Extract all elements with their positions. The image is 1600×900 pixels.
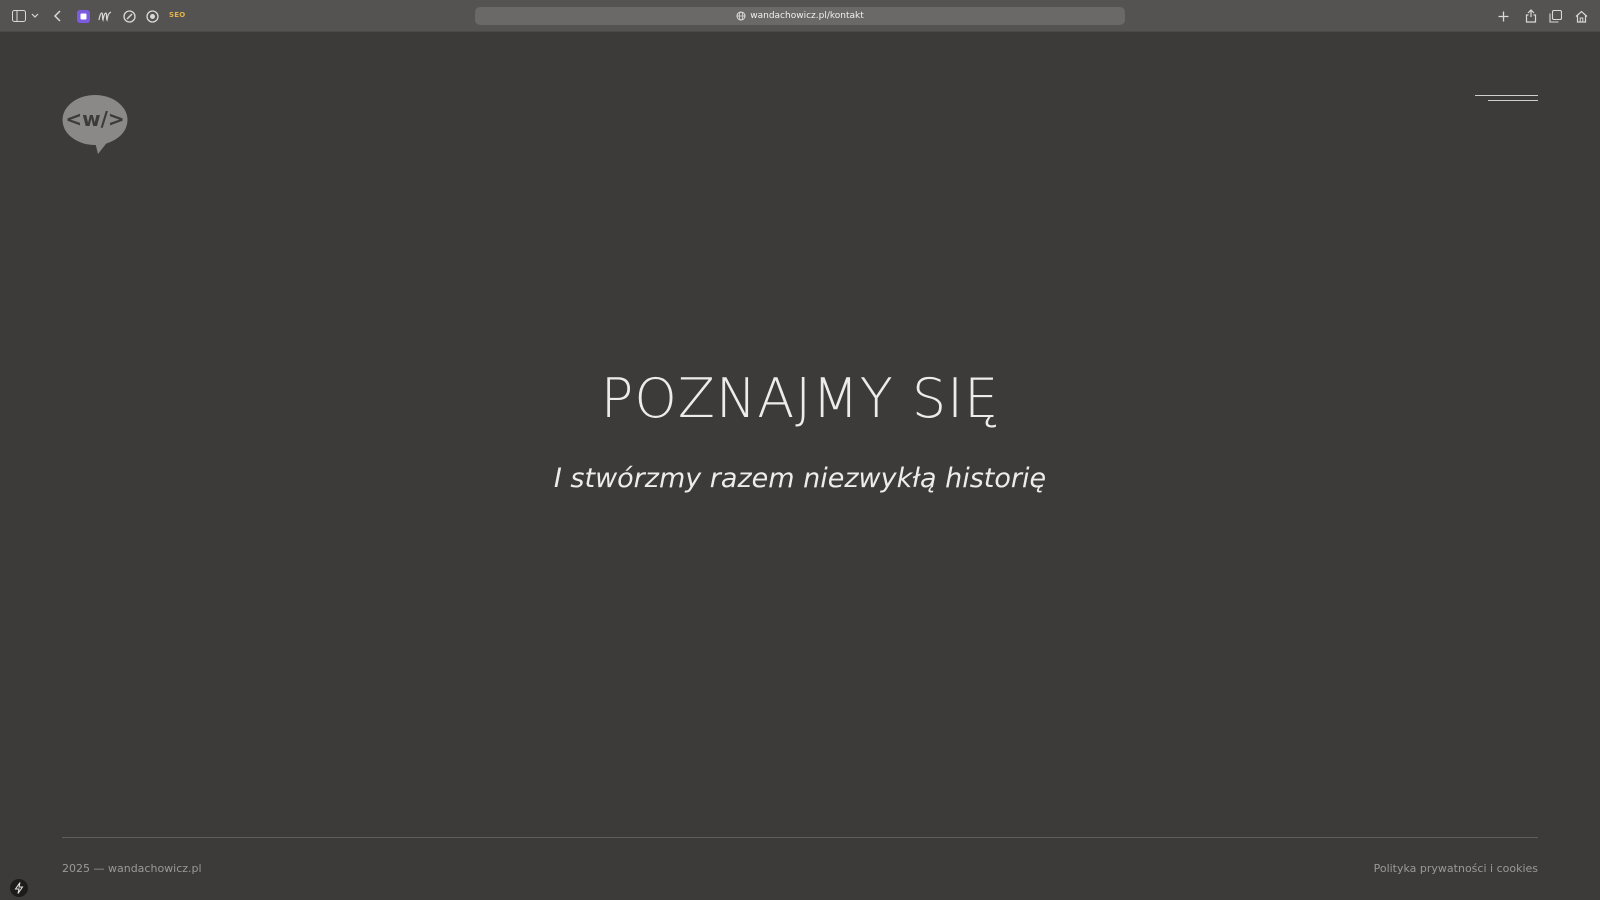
footer-divider (62, 837, 1538, 838)
page-subtitle: I stwórzmy razem niezwykłą historię (553, 463, 1047, 494)
seo-extension-label[interactable]: SEO (169, 11, 185, 19)
bolt-icon[interactable] (10, 879, 28, 897)
target-icon[interactable] (144, 8, 160, 24)
share-icon[interactable] (1523, 8, 1539, 24)
extension-purple-icon[interactable] (75, 8, 91, 24)
home-icon[interactable] (1573, 8, 1589, 24)
url-text: wandachowicz.pl/kontakt (750, 11, 864, 21)
chevron-down-icon[interactable] (30, 8, 40, 24)
page-content: <w/> POZNAJMY SIĘ I stwórzmy razem niezw… (0, 32, 1600, 900)
footer-copyright: 2025 — wandachowicz.pl (62, 862, 202, 875)
m-script-icon[interactable] (97, 8, 113, 24)
logo-text: <w/> (65, 107, 124, 131)
back-icon[interactable] (50, 8, 66, 24)
browser-toolbar: SEO wandachowicz.pl/kontakt (0, 0, 1600, 32)
menu-line-top (1475, 95, 1538, 96)
privacy-policy-link[interactable]: Polityka prywatności i cookies (1374, 862, 1538, 875)
site-info-icon[interactable] (736, 11, 746, 21)
compass-icon[interactable] (121, 8, 137, 24)
site-logo[interactable]: <w/> (62, 94, 128, 154)
page-title: POZNAJMY SIĘ (600, 367, 1000, 430)
hamburger-icon[interactable] (1470, 92, 1538, 108)
address-bar[interactable]: wandachowicz.pl/kontakt (475, 7, 1125, 25)
menu-line-bottom (1488, 100, 1538, 101)
sidebar-icon[interactable] (11, 8, 27, 24)
tabs-icon[interactable] (1547, 8, 1563, 24)
plus-icon[interactable] (1495, 8, 1511, 24)
